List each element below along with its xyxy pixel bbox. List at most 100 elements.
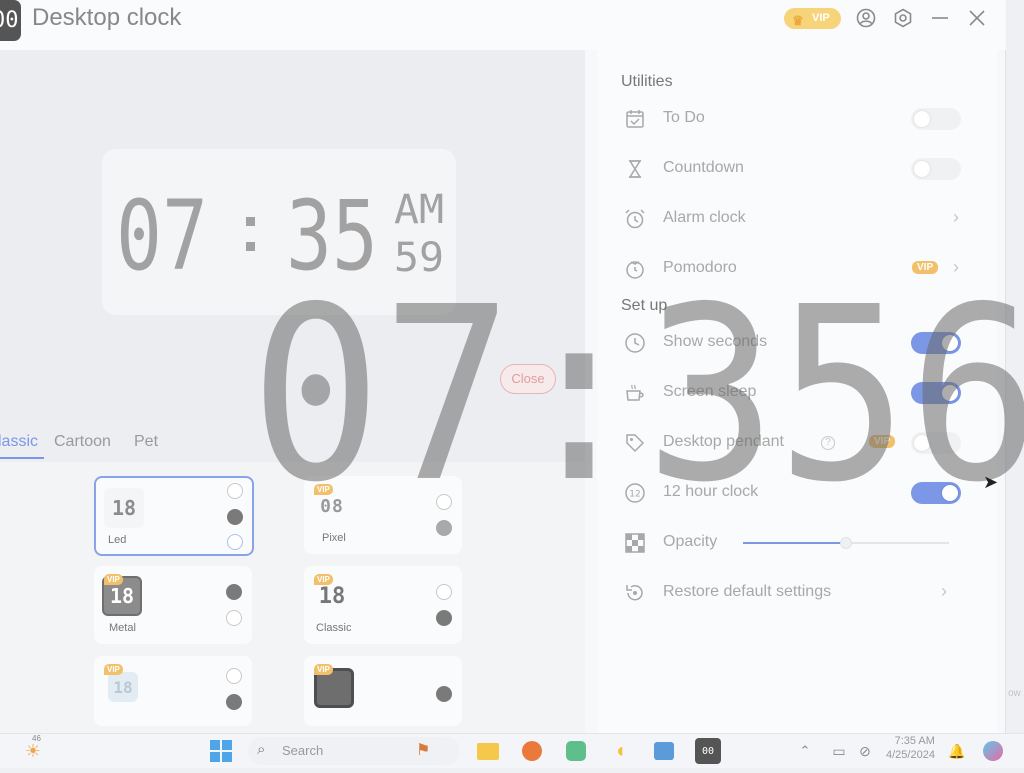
window-title: Desktop clock bbox=[32, 4, 182, 31]
search-highlight-icon: ⚑ bbox=[416, 742, 431, 759]
store-icon[interactable] bbox=[651, 738, 677, 764]
setup-title: Set up bbox=[621, 297, 668, 314]
monitor-icon[interactable]: ▭ bbox=[826, 738, 852, 764]
desktop-pendant-row[interactable]: Desktop pendant ? VIP bbox=[623, 425, 963, 461]
vip-tag: VIP bbox=[104, 664, 123, 675]
style-label-classic: Classic bbox=[316, 622, 352, 634]
countdown-toggle[interactable] bbox=[911, 158, 961, 180]
clock-icon bbox=[623, 331, 647, 355]
toggle-knob bbox=[914, 435, 930, 451]
color-option[interactable] bbox=[227, 509, 243, 525]
todo-row[interactable]: To Do bbox=[623, 101, 963, 137]
vip-label: VIP bbox=[812, 12, 830, 24]
settings-icon[interactable] bbox=[890, 5, 916, 31]
desktop-pendant-label: Desktop pendant bbox=[663, 433, 784, 450]
start-button[interactable] bbox=[208, 738, 234, 764]
user-icon[interactable] bbox=[853, 5, 879, 31]
help-icon[interactable]: ? bbox=[821, 436, 835, 450]
tab-pet[interactable]: Pet bbox=[134, 433, 158, 451]
color-option[interactable] bbox=[436, 494, 452, 510]
taskbar-search[interactable]: ⌕ Search ⚑ bbox=[248, 737, 460, 765]
vip-button[interactable]: ♛ VIP bbox=[784, 8, 841, 29]
desktop-clock-taskbar-icon[interactable]: 00 bbox=[695, 738, 721, 764]
screen-sleep-label: Screen sleep bbox=[663, 383, 757, 400]
show-seconds-row[interactable]: Show seconds bbox=[623, 325, 963, 361]
alarm-clock-label: Alarm clock bbox=[663, 209, 746, 226]
tab-cartoon[interactable]: Cartoon bbox=[54, 433, 111, 451]
pacman-icon[interactable]: ◖ bbox=[607, 738, 633, 764]
restore-defaults-row[interactable]: Restore default settings › bbox=[623, 575, 963, 611]
style-grid: 18 Led 08 VIP Pixel 18 VIP Metal 18 VIP … bbox=[0, 462, 585, 733]
style-label-pixel: Pixel bbox=[322, 532, 346, 544]
show-seconds-toggle[interactable] bbox=[911, 332, 961, 354]
windows-logo-icon bbox=[210, 740, 232, 762]
firefox-icon[interactable] bbox=[519, 738, 545, 764]
12-hour-clock-toggle[interactable] bbox=[911, 482, 961, 504]
app-icon: 00 bbox=[0, 0, 21, 41]
search-icon: ⌕ bbox=[257, 741, 266, 758]
countdown-row[interactable]: Countdown bbox=[623, 151, 963, 187]
opacity-slider[interactable] bbox=[743, 537, 949, 549]
style-card-led[interactable]: 18 Led bbox=[94, 476, 254, 556]
style-card-metal[interactable]: 18 VIP Metal bbox=[94, 566, 252, 644]
chevron-right-icon: › bbox=[953, 207, 959, 227]
pomodoro-label: Pomodoro bbox=[663, 259, 737, 276]
close-icon[interactable] bbox=[964, 5, 990, 31]
style-card-classic[interactable]: 18 VIP Classic bbox=[304, 566, 462, 644]
screen-sleep-toggle[interactable] bbox=[911, 382, 961, 404]
minimize-icon[interactable] bbox=[927, 5, 953, 31]
style-card[interactable]: 18 VIP bbox=[94, 656, 252, 726]
hourglass-icon bbox=[623, 157, 647, 181]
todo-label: To Do bbox=[663, 109, 705, 126]
todo-toggle[interactable] bbox=[911, 108, 961, 130]
taskbar-clock[interactable]: 7:35 AM 4/25/2024 bbox=[886, 734, 935, 762]
coffee-cup-icon bbox=[623, 381, 647, 405]
tag-icon bbox=[623, 431, 647, 455]
alarm-clock-row[interactable]: Alarm clock › bbox=[623, 201, 963, 237]
color-option[interactable] bbox=[436, 584, 452, 600]
12-hour-clock-label: 12 hour clock bbox=[663, 483, 759, 500]
toggle-knob bbox=[914, 111, 930, 127]
screen-sleep-row[interactable]: Screen sleep bbox=[623, 375, 963, 411]
color-option[interactable] bbox=[436, 686, 452, 702]
desktop-pendant-toggle[interactable] bbox=[911, 432, 961, 454]
taskbar-time: 7:35 AM bbox=[894, 735, 935, 747]
weather-icon[interactable]: ☀ 46 bbox=[20, 734, 46, 764]
color-option[interactable] bbox=[226, 610, 242, 626]
color-option[interactable] bbox=[226, 584, 242, 600]
vip-tag: VIP bbox=[314, 664, 333, 675]
preview-hours: 07 bbox=[116, 187, 208, 279]
color-option[interactable] bbox=[436, 520, 452, 536]
style-card[interactable]: VIP bbox=[304, 656, 462, 726]
vip-tag: VIP bbox=[104, 574, 123, 585]
notification-bell-icon[interactable]: 🔔 bbox=[944, 738, 970, 764]
color-option[interactable] bbox=[226, 694, 242, 710]
taskbar-date: 4/25/2024 bbox=[886, 749, 935, 761]
color-option[interactable] bbox=[227, 534, 243, 550]
color-option[interactable] bbox=[226, 668, 242, 684]
left-panel: 07 35 AM 59 lassic Cartoon Pet 18 Led 08… bbox=[0, 50, 585, 733]
color-option[interactable] bbox=[227, 483, 243, 499]
network-icon[interactable]: ⊘ bbox=[852, 738, 878, 764]
opacity-slider-handle[interactable] bbox=[840, 537, 852, 549]
pomodoro-row[interactable]: Pomodoro VIP › bbox=[623, 251, 963, 287]
show-seconds-label: Show seconds bbox=[663, 333, 768, 350]
color-option[interactable] bbox=[436, 610, 452, 626]
toggle-knob bbox=[942, 335, 958, 351]
clock-preview: 07 35 AM 59 bbox=[102, 149, 456, 315]
file-explorer-icon[interactable] bbox=[475, 738, 501, 764]
tomato-timer-icon bbox=[623, 257, 647, 281]
countdown-label: Countdown bbox=[663, 159, 744, 176]
search-placeholder: Search bbox=[282, 743, 324, 758]
style-card-pixel[interactable]: 08 VIP Pixel bbox=[304, 476, 462, 554]
app-window: 00 Desktop clock ♛ VIP 07 35 bbox=[0, 0, 1006, 733]
chevron-up-icon[interactable]: ⌃ bbox=[792, 738, 818, 764]
copilot-icon[interactable] bbox=[980, 738, 1006, 764]
tab-classic[interactable]: lassic bbox=[0, 433, 38, 451]
12-hour-clock-row[interactable]: 12 12 hour clock bbox=[623, 475, 963, 511]
app-tiles-icon[interactable] bbox=[563, 738, 589, 764]
restore-defaults-label: Restore default settings bbox=[663, 583, 832, 600]
style-label-led: Led bbox=[108, 534, 127, 546]
12-hour-icon: 12 bbox=[623, 481, 647, 505]
vip-tag: VIP bbox=[912, 261, 939, 274]
